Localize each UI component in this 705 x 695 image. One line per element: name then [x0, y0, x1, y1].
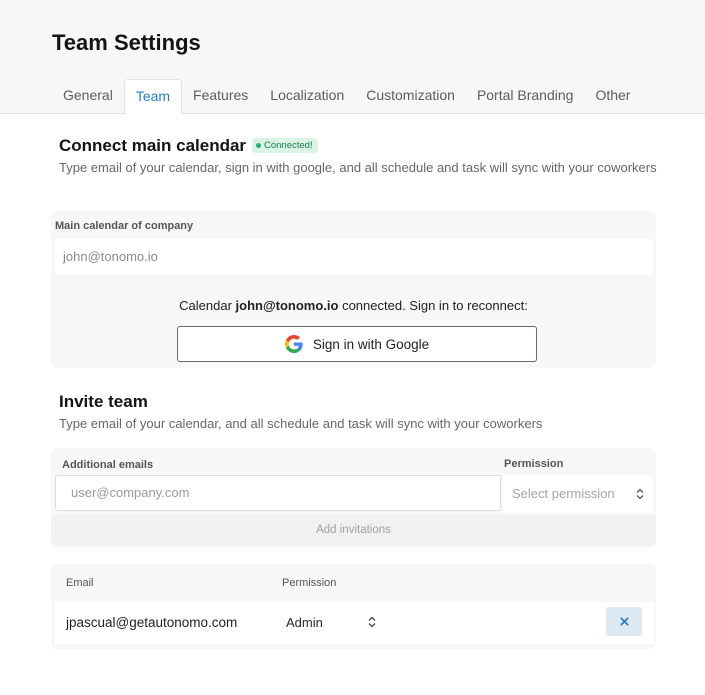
sign-in-google-button[interactable]: Sign in with Google — [177, 326, 537, 362]
additional-emails-input[interactable]: user@company.com — [55, 475, 501, 511]
google-icon — [284, 335, 303, 353]
main-calendar-input[interactable]: john@tonomo.io — [55, 239, 653, 275]
permission-select-placeholder: Select permission — [512, 486, 615, 501]
calendar-connected-note: Calendar john@tonomo.io connected. Sign … — [51, 298, 656, 313]
tab-localization[interactable]: Localization — [259, 79, 355, 114]
members-table: Email Permission jpascual@getautonomo.co… — [51, 564, 656, 649]
member-email: jpascual@getautonomo.com — [66, 615, 238, 630]
main-calendar-card: Main calendar of company john@tonomo.io … — [51, 211, 656, 368]
add-invitations-button[interactable]: Add invitations — [51, 515, 656, 545]
main-calendar-label: Main calendar of company — [55, 220, 194, 232]
additional-emails-label: Additional emails — [62, 459, 154, 471]
connected-badge-label: Connected! — [264, 140, 313, 151]
tab-general[interactable]: General — [52, 79, 124, 114]
invite-team-description: Type email of your calendar, and all sch… — [59, 416, 543, 431]
chevron-updown-icon — [368, 616, 376, 628]
table-row: jpascual@getautonomo.com Admin — [55, 602, 654, 644]
connect-calendar-title: Connect main calendar — [59, 136, 247, 155]
email-column-header: Email — [66, 577, 94, 589]
connect-calendar-description: Type email of your calendar, sign in wit… — [59, 160, 657, 175]
permission-select[interactable]: Select permission — [503, 475, 653, 513]
remove-member-button[interactable] — [606, 607, 642, 636]
invite-card: Additional emails Permission user@compan… — [51, 448, 656, 548]
tab-customization[interactable]: Customization — [355, 79, 466, 114]
note-prefix: Calendar — [179, 298, 236, 313]
sign-in-google-label: Sign in with Google — [312, 336, 430, 352]
tab-other[interactable]: Other — [584, 79, 641, 114]
tab-portal-branding[interactable]: Portal Branding — [466, 79, 585, 114]
tab-bar: General Team Features Localization Custo… — [52, 79, 641, 115]
member-permission-select[interactable]: Admin — [286, 615, 378, 630]
tab-features[interactable]: Features — [182, 79, 259, 114]
permission-label: Permission — [504, 458, 564, 470]
note-email: john@tonomo.io — [235, 298, 339, 313]
tab-team[interactable]: Team — [123, 79, 183, 115]
connected-badge: Connected! — [252, 138, 318, 153]
chevron-updown-icon — [636, 488, 644, 500]
page-header: Team Settings General Team Features Loca… — [0, 0, 705, 115]
note-suffix: connected. Sign in to reconnect: — [338, 298, 528, 313]
close-icon — [619, 617, 629, 626]
invite-team-title: Invite team — [59, 392, 148, 411]
page-title: Team Settings — [52, 30, 201, 55]
status-dot-icon — [256, 143, 261, 148]
member-permission-value: Admin — [286, 615, 323, 630]
permission-column-header: Permission — [282, 577, 337, 589]
